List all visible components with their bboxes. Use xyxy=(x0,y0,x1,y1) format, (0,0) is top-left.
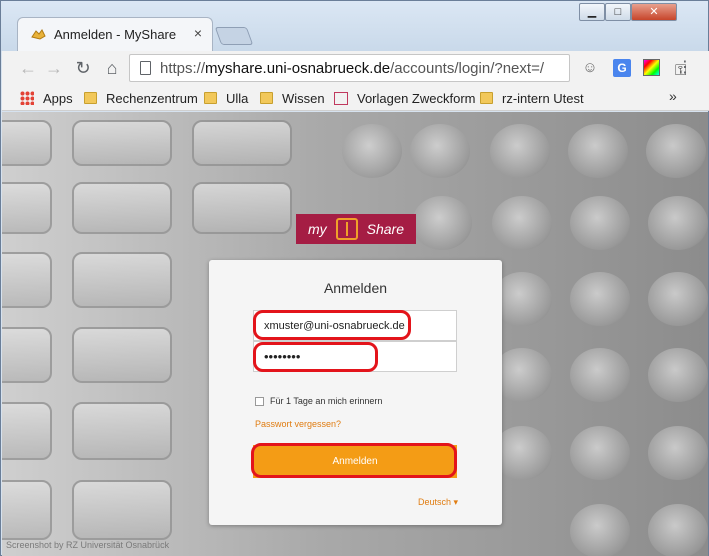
password-highlight-outline xyxy=(253,342,378,372)
tab-title: Anmelden - MyShare xyxy=(54,27,177,42)
background-key xyxy=(72,182,172,234)
language-selector[interactable]: Deutsch ▾ xyxy=(418,497,458,508)
background-key xyxy=(192,120,292,166)
maximize-icon: □ xyxy=(614,6,622,18)
bookmark-label: Apps xyxy=(43,90,73,106)
close-window-button[interactable]: ✕ xyxy=(631,3,677,21)
background-round-key xyxy=(412,196,472,250)
background-key xyxy=(72,402,172,460)
back-arrow-icon[interactable]: ← xyxy=(18,58,38,78)
url-host: myshare.uni-osnabrueck.de xyxy=(205,60,391,77)
background-round-key xyxy=(648,426,708,480)
home-icon[interactable]: ⌂ xyxy=(102,58,122,78)
bookmark-label: rz-intern Utest xyxy=(502,90,584,106)
bookmark-label: Vorlagen Zweckform xyxy=(357,90,476,106)
minimize-button[interactable]: ▁ xyxy=(579,3,605,21)
minimize-icon: ▁ xyxy=(587,6,597,18)
background-round-key xyxy=(648,348,708,402)
forward-arrow-icon[interactable]: → xyxy=(44,58,64,78)
background-round-key xyxy=(648,504,708,556)
close-icon: ✕ xyxy=(649,6,659,18)
apps-icon xyxy=(20,91,34,105)
login-button-highlight-outline xyxy=(251,443,457,478)
background-key xyxy=(2,480,52,540)
background-key xyxy=(72,120,172,166)
background-round-key xyxy=(648,272,708,326)
background-key xyxy=(192,182,292,234)
new-tab-button[interactable] xyxy=(214,27,254,45)
bookmark-label: Ulla xyxy=(226,90,249,106)
login-card: Anmelden xmuster@uni-osnabrueck.de •••••… xyxy=(209,260,502,525)
background-round-key xyxy=(570,504,630,556)
background-key xyxy=(72,480,172,540)
logo-text-my: my xyxy=(308,221,327,237)
bookmark-rechenzentrum[interactable]: Rechenzentrum xyxy=(84,89,198,107)
color-picker-icon xyxy=(643,59,660,76)
remember-me-label: Für 1 Tage an mich erinnern xyxy=(270,396,383,406)
myshare-favicon-icon xyxy=(31,29,46,40)
translate-extension-icon[interactable]: G xyxy=(612,58,632,78)
background-key xyxy=(72,252,172,308)
title-bar: Anmelden - MyShare × ▁ □ ✕ xyxy=(1,1,708,51)
forgot-password-link[interactable]: Passwort vergessen? xyxy=(255,419,341,429)
bookmark-page-icon xyxy=(334,91,348,105)
background-round-key xyxy=(492,196,552,250)
background-round-key xyxy=(646,124,706,178)
browser-toolbar: ← → ↻ ⌂ https://myshare.uni-osnabrueck.d… xyxy=(2,51,709,85)
remember-me-checkbox[interactable] xyxy=(255,396,264,406)
background-round-key xyxy=(342,124,402,178)
screenshot-watermark: Screenshot by RZ Universität Osnabrück xyxy=(6,540,170,550)
bookmark-ulla[interactable]: Ulla xyxy=(204,89,248,107)
background-round-key xyxy=(570,348,630,402)
background-key xyxy=(2,120,52,166)
bookmark-apps[interactable]: Apps xyxy=(20,89,73,107)
bookmarks-more-icon[interactable]: » xyxy=(669,88,677,104)
folder-icon xyxy=(204,92,217,104)
url-prefix: https:// xyxy=(160,60,206,77)
bookmark-rz-intern-utest[interactable]: rz-intern Utest xyxy=(480,89,584,107)
background-key xyxy=(72,327,172,383)
bookmarks-bar: Apps Rechenzentrum Ulla Wissen Vorlagen … xyxy=(2,85,709,111)
bookmark-label: Wissen xyxy=(282,90,325,106)
university-logo-icon xyxy=(335,218,358,240)
background-round-key xyxy=(570,426,630,480)
login-page: Screenshot by RZ Universität Osnabrück m… xyxy=(2,112,708,556)
background-key xyxy=(2,402,52,460)
tab-anmelden[interactable]: Anmelden - MyShare × xyxy=(17,17,213,51)
ghost-extension-icon[interactable]: ☺ xyxy=(580,58,600,78)
email-highlight-outline xyxy=(253,310,411,340)
url-text: https://myshare.uni-osnabrueck.de/accoun… xyxy=(160,60,544,77)
background-round-key xyxy=(648,196,708,250)
bookmark-label: Rechenzentrum xyxy=(106,90,198,106)
address-bar[interactable]: https://myshare.uni-osnabrueck.de/accoun… xyxy=(129,54,686,82)
page-info-icon[interactable] xyxy=(140,61,151,75)
browser-window: Anmelden - MyShare × ▁ □ ✕ ← → ↻ ⌂ https… xyxy=(0,0,709,556)
background-key xyxy=(2,327,52,383)
background-round-key xyxy=(410,124,470,178)
remember-me-row[interactable]: Für 1 Tage an mich erinnern xyxy=(255,396,382,406)
logo-text-share: Share xyxy=(366,221,404,237)
bookmark-vorlagen-zweckform[interactable]: Vorlagen Zweckform xyxy=(334,89,476,107)
bookmark-wissen[interactable]: Wissen xyxy=(260,89,325,107)
url-path: /accounts/login/?next=/ xyxy=(390,60,544,77)
folder-icon xyxy=(84,92,97,104)
background-round-key xyxy=(570,272,630,326)
translate-icon: G xyxy=(613,59,631,77)
maximize-button[interactable]: □ xyxy=(605,3,631,21)
folder-icon xyxy=(260,92,273,104)
background-round-key xyxy=(490,124,550,178)
color-picker-extension-icon[interactable] xyxy=(642,58,662,78)
login-title: Anmelden xyxy=(323,280,388,296)
menu-icon[interactable]: ⋮ xyxy=(677,58,693,78)
folder-icon xyxy=(480,92,493,104)
background-round-key xyxy=(570,196,630,250)
myshare-logo: my Share xyxy=(296,214,416,244)
background-round-key xyxy=(568,124,628,178)
background-key xyxy=(2,252,52,308)
background-key xyxy=(2,182,52,234)
reload-icon[interactable]: ↻ xyxy=(73,58,93,78)
tab-close-icon[interactable]: × xyxy=(194,25,202,41)
